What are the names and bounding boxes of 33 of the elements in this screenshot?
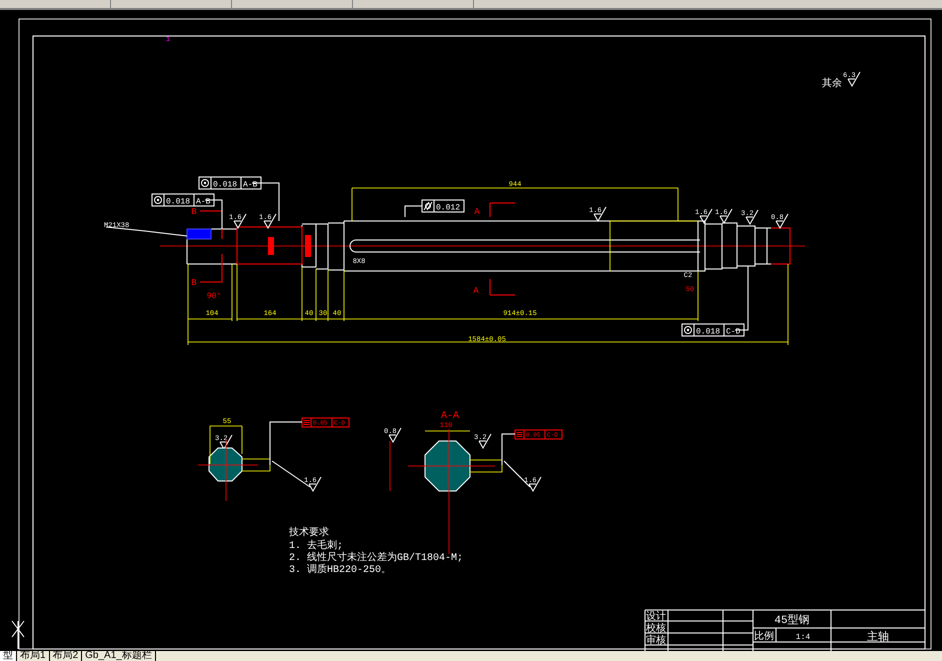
section-label: B bbox=[191, 278, 197, 288]
section-outline bbox=[236, 226, 302, 264]
section-label: A bbox=[473, 286, 479, 296]
tech-note: 2. 线性尺寸未注公差为GB/T1804-M; bbox=[289, 553, 464, 564]
tolerance-value: 0.012 bbox=[436, 204, 460, 212]
scale-value: 1:4 bbox=[796, 633, 810, 642]
material-text: 45型钢 bbox=[774, 615, 810, 627]
circular-runout-icon bbox=[154, 196, 162, 204]
section-label: A-A bbox=[441, 411, 459, 422]
keyway-mark bbox=[305, 235, 311, 257]
shaft-section-drawing bbox=[424, 440, 470, 492]
keyway-mark bbox=[268, 237, 274, 255]
tech-notes-title: 技术要求 bbox=[289, 528, 329, 539]
title-block-label: 审核 bbox=[646, 636, 666, 647]
title-block-label: 比例 bbox=[754, 632, 774, 643]
tolerance-value: 0.018 bbox=[166, 198, 190, 206]
tolerance-value: 0.018 bbox=[696, 328, 720, 336]
shaft-section-drawing bbox=[208, 448, 242, 482]
circular-runout-icon bbox=[201, 179, 209, 187]
section-label: B bbox=[191, 207, 197, 217]
hatched-thread bbox=[186, 228, 212, 240]
section-outline bbox=[770, 228, 790, 264]
title-block-label: 校核 bbox=[646, 624, 666, 635]
tech-note: 3. 调质HB220-250。 bbox=[289, 565, 392, 576]
title-block-label: 设计 bbox=[646, 612, 666, 623]
tech-note: 1. 去毛刺; bbox=[289, 541, 344, 552]
circular-runout-icon bbox=[684, 326, 692, 334]
part-name: 主轴 bbox=[867, 632, 889, 644]
ucs-icon bbox=[12, 620, 24, 650]
tolerance-value: 0.018 bbox=[213, 180, 238, 190]
angle-text: 90° bbox=[206, 292, 222, 301]
section-label: A bbox=[474, 207, 480, 217]
roughness-note-label: 其余 bbox=[822, 79, 842, 90]
